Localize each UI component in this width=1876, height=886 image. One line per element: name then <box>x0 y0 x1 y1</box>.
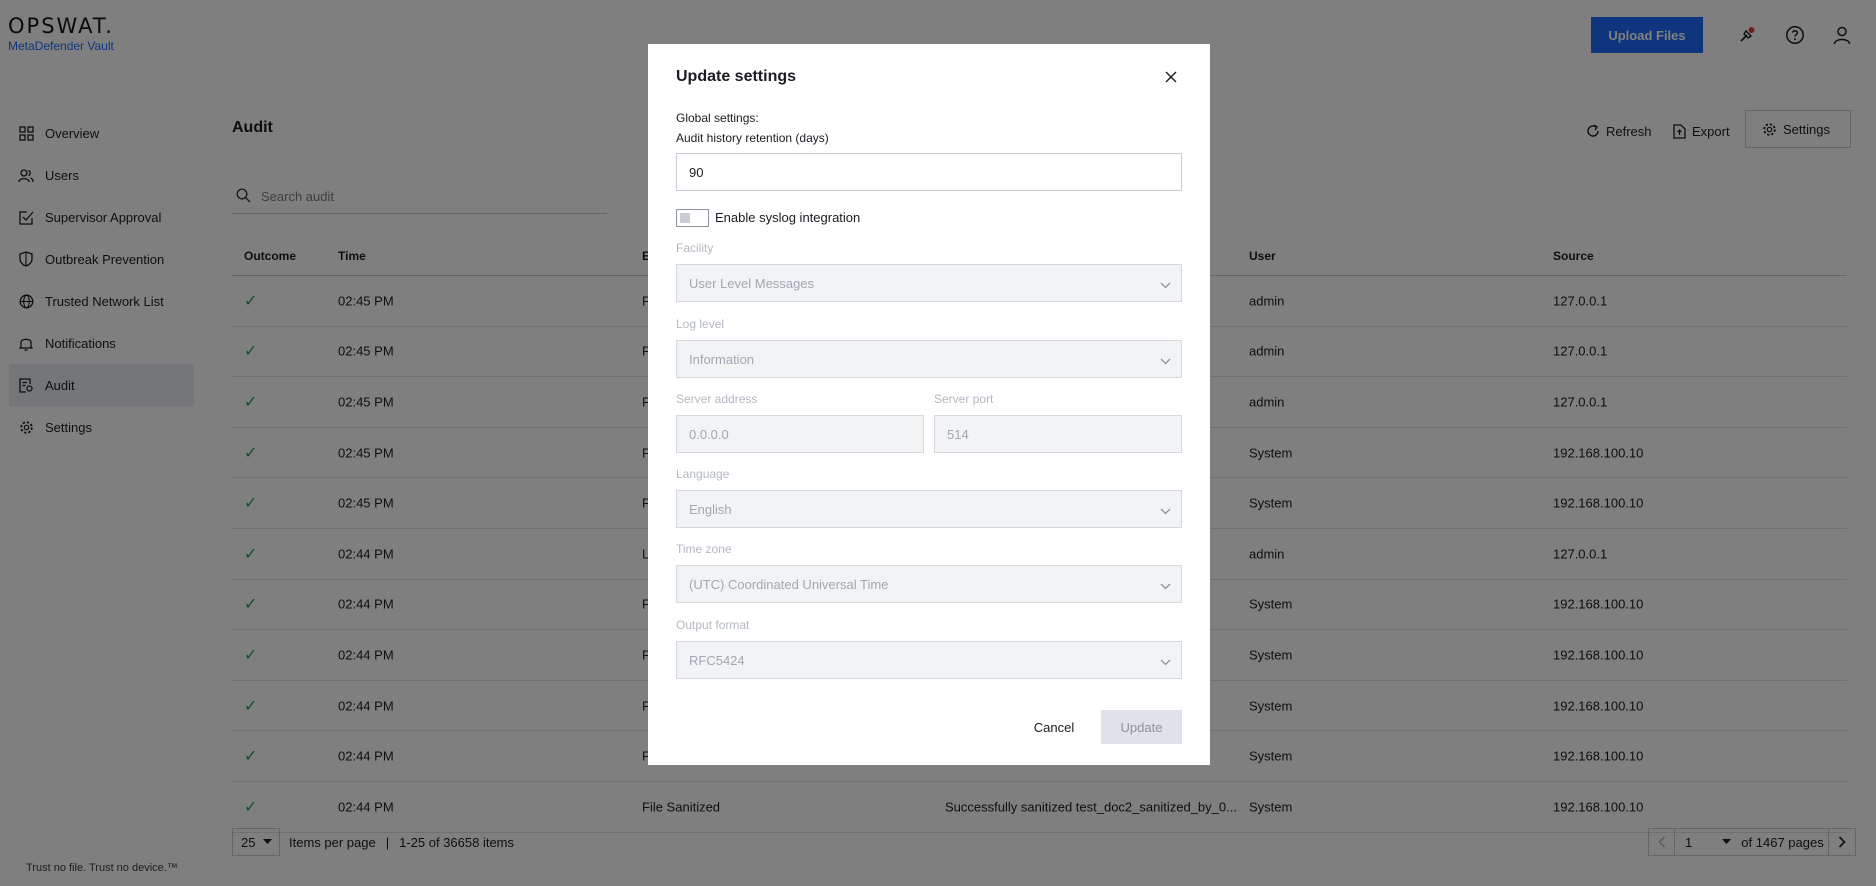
log-level-value: Information <box>689 351 755 367</box>
cancel-button[interactable]: Cancel <box>1024 710 1084 744</box>
language-select[interactable]: English <box>676 490 1182 528</box>
time-zone-value: (UTC) Coordinated Universal Time <box>689 576 889 592</box>
chevron-down-icon <box>1160 277 1171 292</box>
update-button[interactable]: Update <box>1101 710 1182 744</box>
output-format-label: Output format <box>676 618 750 632</box>
global-settings-label: Global settings: <box>676 111 759 125</box>
facility-label: Facility <box>676 241 714 255</box>
language-value: English <box>689 501 732 517</box>
server-port-label: Server port <box>934 392 994 406</box>
output-format-select[interactable]: RFC5424 <box>676 641 1182 679</box>
server-address-input[interactable]: 0.0.0.0 <box>676 415 924 453</box>
syslog-toggle[interactable] <box>676 209 709 227</box>
chevron-down-icon <box>1160 353 1171 368</box>
server-address-placeholder: 0.0.0.0 <box>689 426 729 442</box>
language-label: Language <box>676 467 730 481</box>
retention-label: Audit history retention (days) <box>676 131 829 145</box>
facility-select[interactable]: User Level Messages <box>676 264 1182 302</box>
log-level-select[interactable]: Information <box>676 340 1182 378</box>
output-format-value: RFC5424 <box>689 652 745 668</box>
time-zone-label: Time zone <box>676 542 732 556</box>
server-address-label: Server address <box>676 392 758 406</box>
chevron-down-icon <box>1160 503 1171 518</box>
dialog-title: Update settings <box>676 68 797 85</box>
update-settings-dialog: Update settings Global settings: Audit h… <box>648 44 1210 765</box>
close-button[interactable] <box>1161 67 1181 87</box>
time-zone-select[interactable]: (UTC) Coordinated Universal Time <box>676 565 1182 603</box>
server-port-input[interactable]: 514 <box>934 415 1182 453</box>
retention-days-input[interactable]: 90 <box>676 153 1182 191</box>
chevron-down-icon <box>1160 578 1171 593</box>
server-port-placeholder: 514 <box>947 426 969 442</box>
facility-value: User Level Messages <box>689 275 814 291</box>
retention-days-value: 90 <box>689 164 704 180</box>
syslog-toggle-label: Enable syslog integration <box>715 210 861 225</box>
toggle-knob <box>680 213 690 223</box>
close-icon <box>1165 71 1177 83</box>
log-level-label: Log level <box>676 317 725 331</box>
chevron-down-icon <box>1160 654 1171 669</box>
